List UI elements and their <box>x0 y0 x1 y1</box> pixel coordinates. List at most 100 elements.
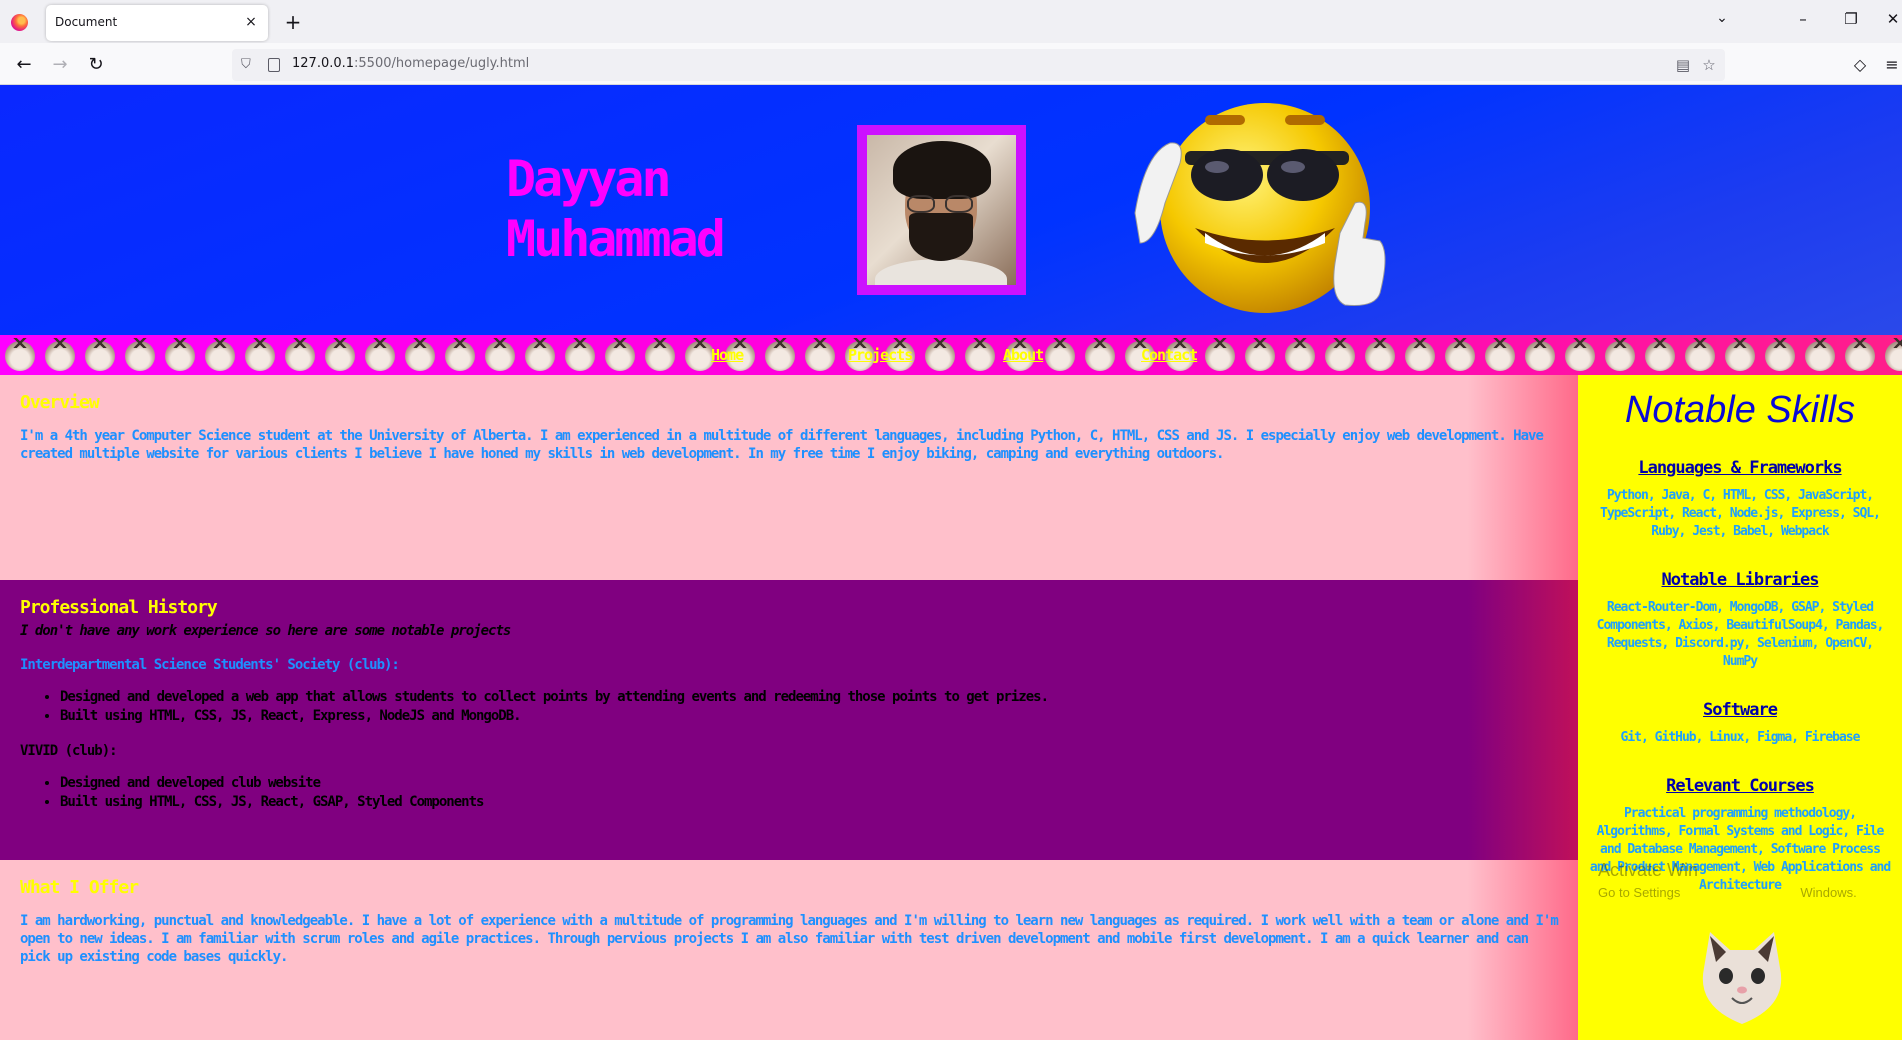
forward-arrow-icon[interactable]: → <box>46 51 74 79</box>
skill-body: React-Router-Dom, MongoDB, GSAP, Styled … <box>1596 600 1885 669</box>
skill-group-libraries: Notable Libraries React-Router-Dom, Mong… <box>1578 569 1902 671</box>
profile-photo <box>857 125 1026 295</box>
cat-tile-icon <box>1520 335 1560 375</box>
cat-tile-icon <box>40 335 80 375</box>
skill-body: Python, Java, C, HTML, CSS, JavaScript, … <box>1600 488 1881 539</box>
cat-tile-icon <box>240 335 280 375</box>
cat-tile-icon <box>1840 335 1880 375</box>
cat-tile-icon <box>1800 335 1840 375</box>
cat-tile-icon <box>280 335 320 375</box>
cat-tile-icon <box>600 335 640 375</box>
cat-tile-icon <box>480 335 520 375</box>
bookmark-star-icon[interactable]: ☆ <box>1698 54 1720 76</box>
club-items: Designed and developed club website Buil… <box>60 774 1558 812</box>
activation-sub: Go to Settings Windows. <box>1598 885 1857 900</box>
cat-tile-icon <box>1320 335 1360 375</box>
browser-navbar: ← → ↻ ⛉ 127.0.0.1:5500/homepage/ugly.htm… <box>0 43 1902 85</box>
overview-text: I'm a 4th year Computer Science student … <box>20 428 1544 462</box>
cat-background-strip <box>0 335 1902 375</box>
cat-tile-icon <box>920 335 960 375</box>
page-info-icon[interactable] <box>268 58 280 72</box>
professional-history-section: Professional History I don't have any wo… <box>0 580 1578 860</box>
firefox-logo-icon <box>11 14 28 31</box>
cat-tile-icon <box>520 335 560 375</box>
last-name: Muhammad <box>506 210 726 268</box>
nav-link-home[interactable]: Home <box>711 346 744 364</box>
minimize-window-icon[interactable]: – <box>1788 10 1818 34</box>
activation-title: Activate Win <box>1598 860 1699 880</box>
skill-group-languages: Languages & Frameworks Python, Java, C, … <box>1578 457 1902 541</box>
site-owner-name: Dayyan Muhammad <box>506 149 786 269</box>
list-item: Built using HTML, CSS, JS, React, GSAP, … <box>60 793 1558 812</box>
cat-tile-icon <box>1280 335 1320 375</box>
cat-tile-icon <box>1240 335 1280 375</box>
skill-heading: Relevant Courses <box>1666 776 1815 796</box>
cat-tile-icon <box>1440 335 1480 375</box>
skills-title: Notable Skills <box>1624 389 1856 431</box>
cat-tile-icon <box>1880 335 1902 375</box>
site-nav: Home Projects About Contact <box>0 335 1902 375</box>
cat-tile-icon <box>1640 335 1680 375</box>
cat-tile-icon <box>1560 335 1600 375</box>
tab-close-icon[interactable]: × <box>241 12 261 32</box>
nav-link-projects[interactable]: Projects <box>848 346 913 364</box>
pocket-icon[interactable]: ◇ <box>1846 51 1874 79</box>
close-window-icon[interactable]: ✕ <box>1878 10 1902 34</box>
app-menu-icon[interactable]: ≡ <box>1878 51 1902 79</box>
list-item: Built using HTML, CSS, JS, React, Expres… <box>60 707 1558 726</box>
cat-face-icon <box>1702 932 1782 1024</box>
cat-tile-icon <box>1080 335 1120 375</box>
address-bar[interactable]: ⛉ 127.0.0.1:5500/homepage/ugly.html ▤ ☆ <box>232 49 1725 81</box>
main-content: Overview I'm a 4th year Computer Science… <box>0 375 1578 1040</box>
club-name: Interdepartmental Science Students' Soci… <box>20 657 400 673</box>
back-arrow-icon[interactable]: ← <box>10 51 38 79</box>
overview-section: Overview I'm a 4th year Computer Science… <box>0 375 1578 580</box>
cat-tile-icon <box>800 335 840 375</box>
cat-tile-icon <box>1480 335 1520 375</box>
cat-tile-icon <box>960 335 1000 375</box>
skill-body: Git, GitHub, Linux, Figma, Firebase <box>1620 730 1861 745</box>
cat-tile-icon <box>1200 335 1240 375</box>
activation-sub-text: Go to Settings <box>1598 885 1681 900</box>
overview-title: Overview <box>20 392 100 413</box>
first-name: Dayyan <box>506 150 672 208</box>
cat-tile-icon <box>80 335 120 375</box>
cat-tile-icon <box>640 335 680 375</box>
cat-tile-icon <box>1680 335 1720 375</box>
new-tab-button[interactable]: + <box>280 9 306 35</box>
nav-link-contact[interactable]: Contact <box>1141 346 1198 364</box>
list-all-tabs-icon[interactable]: ⌄ <box>1710 10 1734 34</box>
site-header: Dayyan Muhammad <box>0 85 1902 335</box>
list-item: Designed and developed club website <box>60 774 1558 793</box>
browser-tab-document[interactable]: Document × <box>46 5 268 41</box>
tracking-shield-icon[interactable]: ⛉ <box>241 57 255 73</box>
cat-tile-icon <box>160 335 200 375</box>
skill-heading: Software <box>1703 700 1778 720</box>
cat-tile-icon <box>360 335 400 375</box>
cat-tile-icon <box>320 335 360 375</box>
cat-tile-icon <box>1720 335 1760 375</box>
cat-tile-icon <box>120 335 160 375</box>
cat-tile-icon <box>200 335 240 375</box>
offer-title: What I Offer <box>20 877 139 898</box>
activation-sub-tail: Windows. <box>1800 885 1857 900</box>
skill-heading: Notable Libraries <box>1661 570 1820 590</box>
cat-tile-icon <box>1360 335 1400 375</box>
cat-tile-icon <box>1600 335 1640 375</box>
url-host: 127.0.0.1 <box>292 56 355 71</box>
reader-view-icon[interactable]: ▤ <box>1672 54 1694 76</box>
list-item: Designed and developed a web app that al… <box>60 688 1558 707</box>
history-title: Professional History <box>20 597 218 618</box>
tab-title: Document <box>55 15 118 29</box>
history-subtitle: I don't have any work experience so here… <box>20 623 511 639</box>
club-items: Designed and developed a web app that al… <box>60 688 1558 726</box>
what-i-offer-section: What I Offer I am hardworking, punctual … <box>0 860 1578 1040</box>
nav-link-about[interactable]: About <box>1003 346 1044 364</box>
restore-window-icon[interactable]: ❐ <box>1836 10 1866 34</box>
cat-tile-icon <box>440 335 480 375</box>
browser-tabstrip: Document × + ⌄ – ❐ ✕ <box>0 0 1902 43</box>
reload-icon[interactable]: ↻ <box>82 51 110 79</box>
cat-tile-icon <box>1400 335 1440 375</box>
cat-tile-icon <box>560 335 600 375</box>
url-text[interactable]: 127.0.0.1:5500/homepage/ugly.html <box>292 56 529 71</box>
